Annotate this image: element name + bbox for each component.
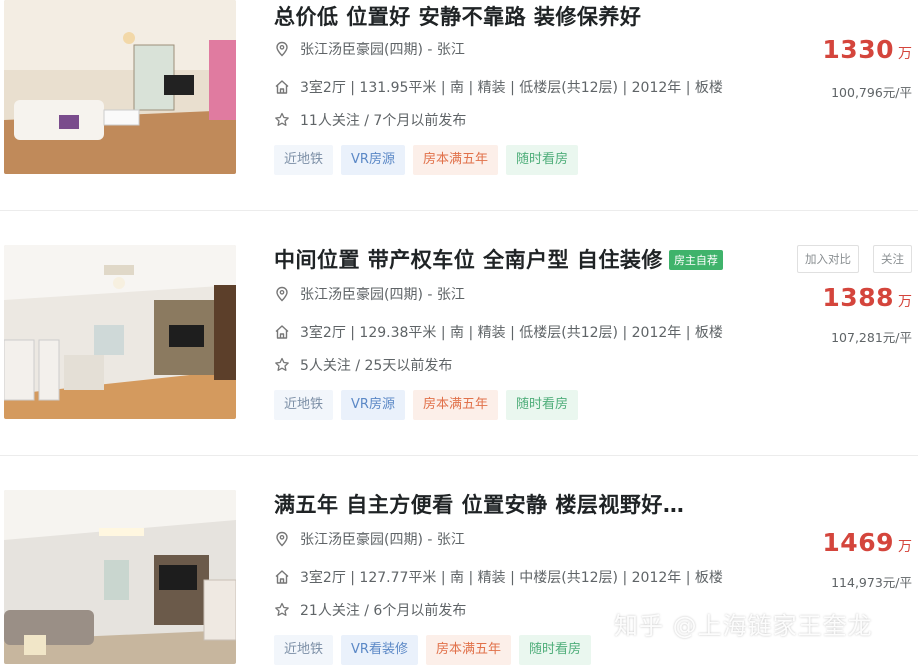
location-pin-icon	[274, 286, 290, 302]
listing-title[interactable]: 中间位置 带产权车位 全南户型 自住装修 房主自荐	[274, 244, 723, 274]
tag-near-subway: 近地铁	[274, 390, 334, 420]
total-price: 1388 万	[822, 283, 912, 312]
community-link[interactable]: 张江汤臣豪园(四期) - 张江	[300, 284, 465, 304]
listing-title-text[interactable]: 中间位置 带产权车位 全南户型 自住装修	[274, 248, 663, 272]
unit-price: 114,973元/平	[831, 575, 912, 590]
owner-recommend-badge: 房主自荐	[668, 250, 723, 270]
tag-vr: VR房源	[341, 390, 405, 420]
follow-row: 21人关注 / 6个月以前发布	[274, 600, 466, 620]
tag-viewing: 随时看房	[518, 635, 591, 665]
price-number: 1388	[822, 283, 894, 312]
listing-title[interactable]: 满五年 自主方便看 位置安静 楼层视野好…	[274, 489, 684, 519]
star-icon	[274, 602, 290, 618]
star-icon	[274, 357, 290, 373]
divider	[0, 455, 918, 456]
tag-vr-decoration: VR看装修	[341, 635, 418, 665]
house-info-row: 3室2厅 | 127.77平米 | 南 | 精装 | 中楼层(共12层) | 2…	[274, 567, 723, 587]
tag-list: 近地铁 VR房源 房本满五年 随时看房	[274, 390, 578, 420]
total-price: 1469 万	[822, 528, 912, 557]
house-icon	[274, 569, 290, 585]
price-number: 1469	[822, 528, 894, 557]
tag-five-years: 房本满五年	[412, 390, 498, 420]
price-unit: 万	[898, 294, 912, 310]
follow-info: 5人关注 / 25天以前发布	[300, 358, 453, 374]
listing-photo[interactable]	[4, 490, 236, 664]
listing-card-3[interactable]: 满五年 自主方便看 位置安静 楼层视野好… 张江汤臣豪园(四期) - 张江 3室…	[0, 0, 918, 665]
house-info: 3室2厅 | 129.38平米 | 南 | 精装 | 低楼层(共12层) | 2…	[300, 325, 723, 341]
price-unit: 万	[898, 539, 912, 555]
add-compare-button[interactable]: 加入对比	[797, 245, 859, 273]
zhihu-watermark: 知乎 @上海链家王奎龙	[614, 612, 873, 640]
location-pin-icon	[274, 531, 290, 547]
listing-photo[interactable]	[4, 245, 236, 419]
follow-button[interactable]: 关注	[873, 245, 912, 273]
follow-info: 21人关注 / 6个月以前发布	[300, 603, 467, 619]
tag-list: 近地铁 VR看装修 房本满五年 随时看房	[274, 635, 591, 665]
tag-viewing: 随时看房	[505, 390, 578, 420]
house-info: 3室2厅 | 127.77平米 | 南 | 精装 | 中楼层(共12层) | 2…	[300, 570, 723, 586]
house-info-row: 3室2厅 | 129.38平米 | 南 | 精装 | 低楼层(共12层) | 2…	[274, 322, 723, 342]
house-icon	[274, 324, 290, 340]
tag-five-years: 房本满五年	[425, 635, 511, 665]
follow-row: 5人关注 / 25天以前发布	[274, 355, 452, 375]
community-link[interactable]: 张江汤臣豪园(四期) - 张江	[300, 529, 465, 549]
community-row: 张江汤臣豪园(四期) - 张江	[274, 529, 465, 549]
tag-near-subway: 近地铁	[274, 635, 334, 665]
unit-price: 107,281元/平	[831, 330, 912, 345]
community-row: 张江汤臣豪园(四期) - 张江	[274, 284, 465, 304]
